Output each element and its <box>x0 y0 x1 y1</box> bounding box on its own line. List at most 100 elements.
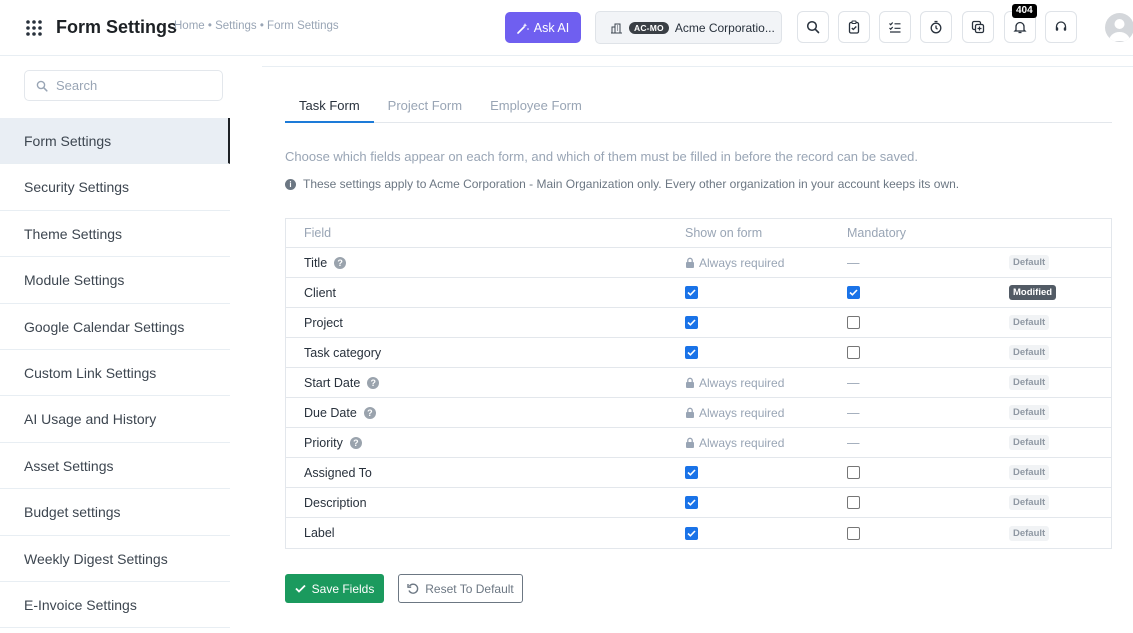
always-required: Always required <box>685 376 784 390</box>
field-name: Description <box>304 495 367 510</box>
search-button[interactable] <box>797 11 829 43</box>
mandatory-cell <box>847 526 1009 540</box>
help-icon[interactable]: ? <box>334 256 347 269</box>
ask-ai-button[interactable]: Ask AI <box>505 12 581 43</box>
tab-task-form[interactable]: Task Form <box>285 85 374 123</box>
sidebar-item-asset-settings[interactable]: Asset Settings <box>0 443 230 490</box>
clipboard-button[interactable] <box>838 11 870 43</box>
status-badge: Default <box>1009 465 1050 480</box>
form-description: Choose which fields appear on each form,… <box>285 149 919 164</box>
show-cell <box>685 286 847 299</box>
field-name: Assigned To <box>304 465 372 480</box>
show-on-form-checkbox[interactable] <box>685 346 698 359</box>
status-cell: Default <box>1009 435 1111 450</box>
mandatory-checkbox[interactable] <box>847 286 860 299</box>
sidebar-item-weekly-digest-settings[interactable]: Weekly Digest Settings <box>0 536 230 582</box>
app-grid-icon[interactable] <box>25 19 43 37</box>
table-row: Label Default <box>286 518 1111 548</box>
timer-button[interactable] <box>920 11 952 43</box>
field-cell: Task category <box>286 346 685 360</box>
reset-to-default-label: Reset To Default <box>425 581 514 596</box>
sidebar-item-security-settings[interactable]: Security Settings <box>0 164 230 211</box>
field-cell: Priority? <box>286 436 685 450</box>
always-required-label: Always required <box>699 375 785 390</box>
help-icon[interactable]: ? <box>349 436 362 449</box>
notifications-button[interactable]: 404 <box>1004 4 1037 43</box>
organization-switcher[interactable]: AC-MO Acme Corporatio... <box>595 11 782 44</box>
mandatory-checkbox[interactable] <box>847 526 860 540</box>
status-badge: Default <box>1009 525 1050 541</box>
lock-icon <box>686 437 694 448</box>
field-cell: Project <box>286 316 685 330</box>
organization-note: i These settings apply to Acme Corporati… <box>285 177 959 191</box>
org-badge: AC-MO <box>629 21 669 34</box>
tab-project-form[interactable]: Project Form <box>374 85 476 123</box>
field-name: Label <box>304 526 335 540</box>
settings-sidebar: Form Settings Security Settings Theme Se… <box>0 56 230 633</box>
sidebar-item-custom-link-settings[interactable]: Custom Link Settings <box>0 350 230 397</box>
sidebar-item-ai-usage-history[interactable]: AI Usage and History <box>0 396 230 443</box>
table-row: Start Date? Always required — Default <box>286 368 1111 398</box>
save-fields-button[interactable]: Save Fields <box>285 574 384 603</box>
not-applicable-dash: — <box>847 255 860 270</box>
sidebar-search[interactable] <box>24 70 223 101</box>
show-on-form-checkbox[interactable] <box>685 286 698 299</box>
show-cell <box>685 496 847 509</box>
search-icon <box>36 80 48 92</box>
column-header-mandatory: Mandatory <box>847 226 907 240</box>
bell-icon <box>1013 21 1027 34</box>
not-applicable-dash: — <box>847 435 860 450</box>
help-icon[interactable]: ? <box>363 406 376 419</box>
mandatory-cell <box>847 286 1009 299</box>
undo-icon <box>407 583 419 594</box>
magic-wand-icon <box>516 22 529 34</box>
support-button[interactable] <box>1045 11 1077 43</box>
breadcrumb[interactable]: Home • Settings • Form Settings <box>174 20 339 32</box>
status-cell: Default <box>1009 255 1111 270</box>
mandatory-checkbox[interactable] <box>847 346 860 359</box>
field-name: Task category <box>304 345 382 360</box>
not-applicable-dash: — <box>847 405 860 420</box>
always-required: Always required <box>685 436 784 450</box>
mandatory-checkbox[interactable] <box>847 496 860 509</box>
status-cell: Default <box>1009 345 1111 360</box>
mandatory-cell: — <box>847 436 1009 450</box>
form-tabs: Task Form Project Form Employee Form <box>285 85 1112 123</box>
mandatory-checkbox[interactable] <box>847 466 860 479</box>
show-cell <box>685 466 847 479</box>
always-required-label: Always required <box>699 255 785 270</box>
mandatory-checkbox[interactable] <box>847 316 860 329</box>
reset-to-default-button[interactable]: Reset To Default <box>398 574 523 603</box>
user-avatar-icon <box>1109 19 1130 41</box>
check-icon <box>295 584 306 593</box>
show-cell <box>685 526 847 540</box>
copy-plus-icon <box>971 20 985 34</box>
column-header-field: Field <box>304 226 332 240</box>
sidebar-item-google-calendar-settings[interactable]: Google Calendar Settings <box>0 304 230 350</box>
sidebar-item-form-settings[interactable]: Form Settings <box>0 118 230 165</box>
show-on-form-checkbox[interactable] <box>685 496 698 509</box>
show-on-form-checkbox[interactable] <box>685 526 698 540</box>
help-icon[interactable]: ? <box>367 376 380 389</box>
show-on-form-checkbox[interactable] <box>685 466 698 479</box>
sidebar-item-budget-settings[interactable]: Budget settings <box>0 489 230 536</box>
sidebar-item-e-invoice-settings[interactable]: E-Invoice Settings <box>0 582 230 629</box>
sidebar-item-theme-settings[interactable]: Theme Settings <box>0 211 230 258</box>
sidebar-item-module-settings[interactable]: Module Settings <box>0 257 230 304</box>
show-cell: Always required <box>685 406 847 420</box>
table-row: Task category Default <box>286 338 1111 368</box>
add-item-button[interactable] <box>962 11 994 43</box>
status-badge: Default <box>1009 315 1050 330</box>
fields-table: Field Show on form Mandatory Title? Alway… <box>285 218 1112 549</box>
always-required-label: Always required <box>699 405 785 420</box>
sidebar-search-input[interactable] <box>56 78 206 93</box>
field-cell: Start Date? <box>286 376 685 390</box>
user-avatar[interactable] <box>1105 13 1133 42</box>
status-badge: Default <box>1009 375 1050 390</box>
tab-employee-form[interactable]: Employee Form <box>476 85 596 123</box>
mandatory-cell <box>847 346 1009 359</box>
field-name: Project <box>304 315 343 330</box>
tasks-button[interactable] <box>879 11 911 43</box>
headset-icon <box>1055 21 1067 31</box>
show-on-form-checkbox[interactable] <box>685 316 698 329</box>
